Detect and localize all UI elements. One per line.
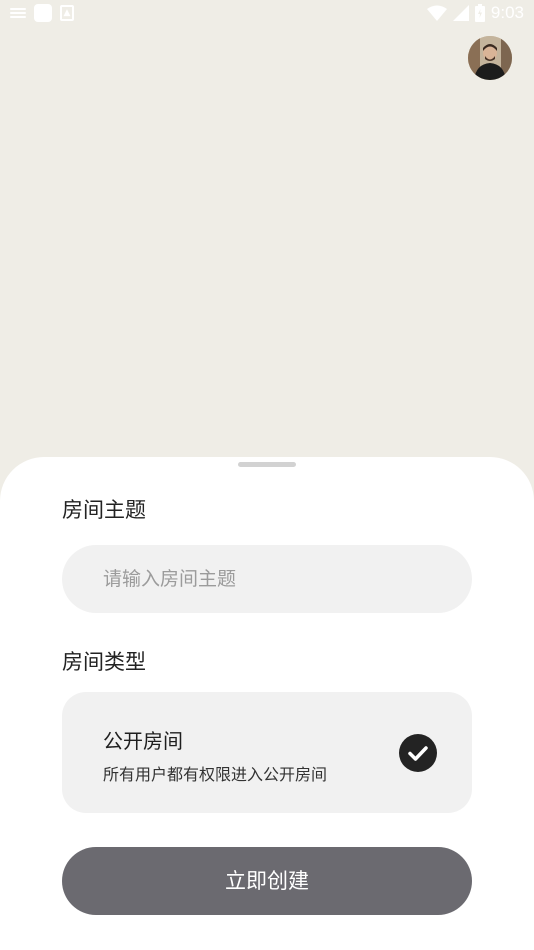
signal-icon bbox=[452, 5, 469, 21]
sheet-drag-handle[interactable] bbox=[238, 462, 296, 467]
room-topic-label: 房间主题 bbox=[62, 498, 146, 522]
notification-lines-icon bbox=[10, 8, 26, 18]
app-square-icon bbox=[34, 4, 52, 22]
status-time: 9:03 bbox=[490, 3, 524, 22]
create-now-button[interactable]: 立即创建 bbox=[62, 847, 472, 915]
photo-icon: ▲ bbox=[60, 5, 74, 21]
create-room-sheet: 房间主题 请输入房间主题 房间类型 公开房间 所有用户都有权限进入公开房间 立即… bbox=[0, 457, 534, 950]
status-bar-left: ▲ bbox=[10, 4, 74, 22]
option-title: 公开房间 bbox=[103, 729, 183, 753]
avatar[interactable] bbox=[468, 36, 512, 80]
status-bar: ▲ 9:03 bbox=[0, 0, 534, 28]
room-topic-input[interactable]: 请输入房间主题 bbox=[62, 545, 472, 613]
profile-photo-icon bbox=[468, 36, 512, 80]
public-room-option[interactable]: 公开房间 所有用户都有权限进入公开房间 bbox=[62, 692, 472, 813]
room-topic-placeholder: 请输入房间主题 bbox=[103, 568, 237, 590]
option-description: 所有用户都有权限进入公开房间 bbox=[103, 765, 328, 784]
battery-icon bbox=[474, 4, 485, 22]
status-bar-right: 9:03 bbox=[426, 3, 524, 23]
wifi-icon bbox=[426, 5, 447, 21]
room-type-label: 房间类型 bbox=[62, 650, 146, 674]
checkmark-icon[interactable] bbox=[399, 734, 437, 772]
